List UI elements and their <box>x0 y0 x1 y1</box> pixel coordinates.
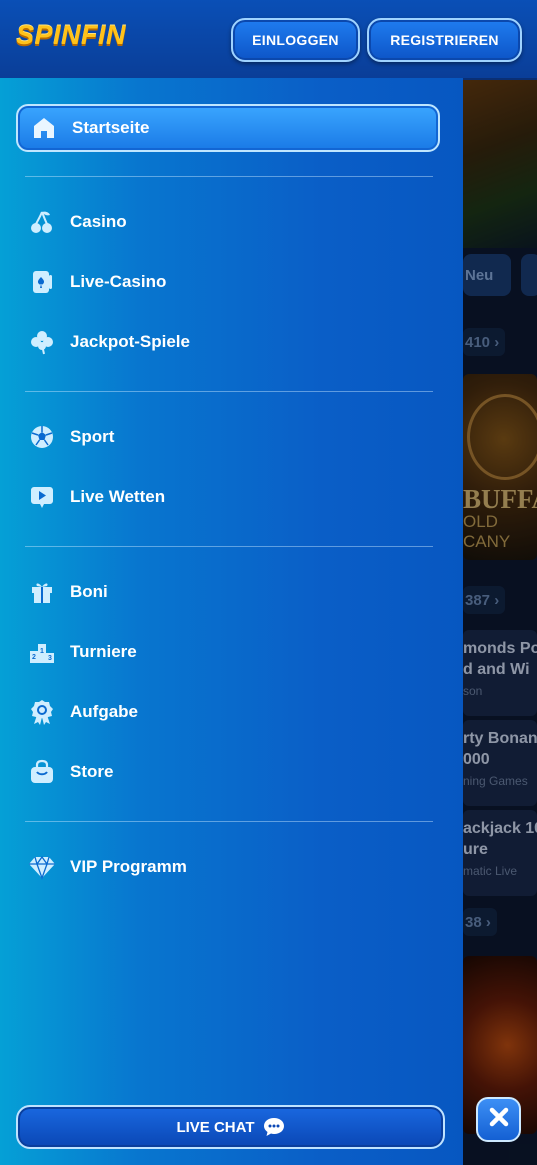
home-icon <box>30 114 58 142</box>
menu-divider <box>25 821 433 822</box>
menu-item-jackpot-spiele[interactable]: Jackpot-Spiele <box>16 318 440 366</box>
menu-item-label: Live Wetten <box>70 487 166 506</box>
menu-divider <box>25 546 433 547</box>
podium-icon: 1 2 3 <box>28 638 56 666</box>
menu-item-startseite[interactable]: Startseite <box>16 104 440 152</box>
menu-item-label: Boni <box>70 582 108 601</box>
menu-item-casino[interactable]: Casino <box>16 198 440 246</box>
live-chat-button[interactable]: LIVE CHAT <box>16 1105 445 1149</box>
menu-item-sport[interactable]: Sport <box>16 413 440 461</box>
overlay-dim[interactable] <box>463 78 537 1165</box>
menu-item-aufgabe[interactable]: Aufgabe <box>16 688 440 736</box>
menu-item-store[interactable]: Store <box>16 748 440 796</box>
top-header: SPINFIN EINLOGGEN REGISTRIEREN <box>0 0 537 80</box>
menu-item-live-casino[interactable]: Live-Casino <box>16 258 440 306</box>
svg-text:2: 2 <box>32 654 36 661</box>
menu-item-label: Live-Casino <box>70 272 167 291</box>
menu-divider <box>25 176 433 177</box>
menu-item-turniere[interactable]: 1 2 3 Turniere <box>16 628 440 676</box>
menu-item-label: Turniere <box>70 642 137 661</box>
menu-item-label: Jackpot-Spiele <box>70 332 190 351</box>
menu-item-label: Casino <box>70 212 127 231</box>
menu-item-label: Startseite <box>72 118 150 137</box>
live-chat-label: LIVE CHAT <box>176 1118 255 1136</box>
soccer-ball-icon <box>28 423 56 451</box>
gift-icon <box>28 578 56 606</box>
menu-item-label: VIP Programm <box>70 857 187 876</box>
menu-item-boni[interactable]: Boni <box>16 568 440 616</box>
play-icon <box>28 483 56 511</box>
menu-item-live-wetten[interactable]: Live Wetten <box>16 473 440 521</box>
login-button[interactable]: EINLOGGEN <box>231 18 360 62</box>
chat-bubble-icon <box>263 1117 285 1137</box>
menu-item-label: Sport <box>70 427 115 446</box>
menu-item-label: Aufgabe <box>70 702 138 721</box>
badge-icon <box>28 698 56 726</box>
menu-divider <box>25 391 433 392</box>
card-icon <box>28 268 56 296</box>
navigation-drawer: Startseite Casino Live-Casino Jackpot-Sp… <box>0 78 463 1165</box>
cherry-icon <box>28 208 56 236</box>
menu-item-label: Store <box>70 762 114 781</box>
diamond-icon <box>28 853 56 881</box>
svg-text:3: 3 <box>48 655 52 662</box>
register-button[interactable]: REGISTRIEREN <box>367 18 522 62</box>
close-menu-button[interactable] <box>476 1097 521 1142</box>
spinfin-logo[interactable]: SPINFIN <box>16 20 126 51</box>
clover-icon <box>28 328 56 356</box>
close-icon <box>488 1106 510 1133</box>
bag-icon <box>28 758 56 786</box>
svg-text:1: 1 <box>40 648 44 655</box>
menu-item-vip-programm[interactable]: VIP Programm <box>16 843 440 891</box>
